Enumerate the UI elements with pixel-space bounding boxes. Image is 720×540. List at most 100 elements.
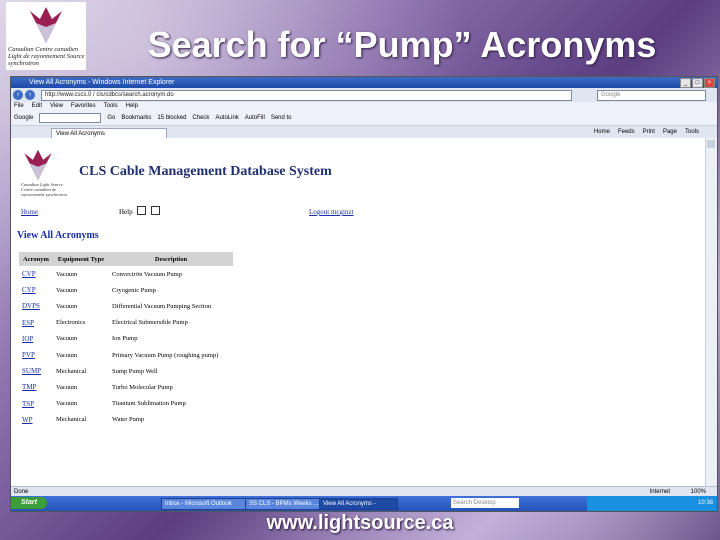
table-row: ESP Electronics Electrical Submersible Pum…	[19, 315, 233, 331]
close-button[interactable]: ×	[704, 78, 715, 88]
feeds-command[interactable]: Feeds	[618, 128, 635, 137]
logout-link[interactable]: Logout mcginzt	[309, 208, 354, 216]
home-link[interactable]: Home	[21, 208, 38, 216]
send-to-button[interactable]: Send to	[271, 111, 292, 125]
clock: 10:38	[697, 500, 713, 506]
acronym-cell: TMP	[19, 379, 53, 395]
desktop-search-input[interactable]: Search Desktop	[451, 498, 519, 508]
acronym-cell: CVP	[19, 266, 53, 282]
equipment-type-cell: Vacuum	[56, 286, 78, 294]
google-go-button[interactable]: Go	[107, 111, 115, 125]
acronym-cell: SUMP	[19, 363, 53, 379]
acronym-link[interactable]: TSP	[22, 400, 34, 408]
acronym-cell: CYP	[19, 282, 53, 298]
taskbar-item-bpms[interactable]: SS CLS - BPMs Weeks ...	[245, 498, 320, 510]
description-cell: Differential Vacuum Pumping Section	[112, 302, 212, 310]
cls-logo: Canadian Centre canadien Light de rayonn…	[6, 2, 86, 70]
table-row: TMP Vacuum Turbo Molecular Pump	[19, 379, 233, 395]
equipment-type-cell: Vacuum	[53, 266, 109, 282]
address-bar[interactable]: http://www.cscs.0 / cls/cdbcs/search.acr…	[41, 90, 572, 101]
home-command[interactable]: Home	[594, 128, 610, 137]
taskbar-item-outlook[interactable]: Inbox - Microsoft Outlook	[161, 498, 246, 510]
column-header-description: Description	[109, 252, 233, 266]
description-cell: Convectrön Vacuum Pump	[112, 270, 182, 278]
equipment-type-cell: Vacuum	[56, 270, 78, 278]
acronym-cell: PVP	[19, 347, 53, 363]
table-row: SUMP Mechanical Sump Pump Well	[19, 363, 233, 379]
tools-command[interactable]: Tools	[685, 128, 699, 137]
menu-view[interactable]: View	[50, 102, 63, 111]
equipment-type-cell: Mechanical	[56, 367, 87, 375]
menu-favorites[interactable]: Favorites	[71, 102, 96, 111]
description-cell: Water Pump	[109, 412, 233, 428]
acronym-cell: IOP	[19, 331, 53, 347]
menu-tools[interactable]: Tools	[104, 102, 118, 111]
acronym-link[interactable]: SUMP	[22, 367, 41, 375]
description-cell: Titanium Sublimation Pump	[109, 396, 233, 412]
help-pdf-icon[interactable]	[137, 206, 146, 215]
app-title: CLS Cable Management Database System	[79, 164, 332, 179]
vertical-scrollbar[interactable]	[705, 138, 717, 486]
taskbar: Start Inbox - Microsoft Outlook SS CLS -…	[11, 496, 717, 511]
description-cell: Ion Pump	[109, 331, 233, 347]
equipment-type-cell: Vacuum	[56, 400, 78, 408]
taskbar-item-acronyms[interactable]: View All Acronyms -	[319, 498, 398, 510]
equipment-type-cell: Mechanical	[53, 412, 109, 428]
equipment-type-cell: Vacuum	[56, 335, 78, 343]
google-search-input[interactable]	[39, 113, 102, 123]
equipment-type-cell: Vacuum	[53, 282, 109, 298]
page-command[interactable]: Page	[663, 128, 677, 137]
column-header-equipment-type: Equipment Type	[53, 252, 109, 266]
equipment-type-cell: Vacuum	[53, 379, 109, 395]
description-cell: Primary Vacuum Pump (roughing pump)	[109, 347, 233, 363]
acronym-link[interactable]: TMP	[22, 383, 36, 391]
description-cell: Differential Vacuum Pumping Section	[109, 298, 233, 314]
autolink-button[interactable]: AutoLink	[215, 111, 238, 125]
acronym-cell: DVPS	[19, 298, 53, 314]
print-command[interactable]: Print	[643, 128, 655, 137]
popup-blocked-button[interactable]: 15 blocked	[157, 111, 186, 125]
acronym-link[interactable]: ESP	[22, 319, 34, 327]
description-cell: Water Pump	[112, 416, 145, 424]
bookmarks-button[interactable]: Bookmarks	[121, 111, 151, 125]
equipment-type-cell: Mechanical	[56, 416, 87, 424]
acronym-link[interactable]: WP	[22, 416, 33, 424]
acronym-link[interactable]: PVP	[22, 351, 35, 359]
description-cell: Primary Vacuum Pump (roughing pump)	[112, 351, 219, 359]
command-bar: Home Feeds Print Page Tools	[594, 128, 699, 137]
equipment-type-cell: Vacuum	[53, 298, 109, 314]
description-cell: Electrical Submersible Pump	[112, 319, 188, 327]
menu-bar: File Edit View Favorites Tools Help	[11, 102, 717, 111]
google-toolbar-label: Google	[14, 115, 34, 121]
forward-icon[interactable]: ›	[25, 90, 35, 100]
acronym-link[interactable]: IOP	[22, 335, 33, 343]
address-row: ‹ › http://www.cscs.0 / cls/cdbcs/search…	[11, 88, 717, 102]
acronym-link[interactable]: CYP	[22, 286, 36, 294]
equipment-type-cell: Electronics	[53, 315, 109, 331]
description-cell: Cryogenic Pump	[112, 286, 156, 294]
description-cell: Ion Pump	[112, 335, 138, 343]
minimize-button[interactable]: _	[680, 78, 691, 88]
back-icon[interactable]: ‹	[13, 90, 23, 100]
acronym-table-body: CVP Vacuum Convectrön Vacuum Pump CYP Vacuum…	[19, 266, 233, 428]
maximize-button[interactable]: □	[692, 78, 703, 88]
menu-file[interactable]: File	[14, 102, 24, 111]
acronym-link[interactable]: DVPS	[22, 302, 40, 310]
check-button[interactable]: Check	[192, 111, 209, 125]
system-tray: 10:38	[587, 496, 717, 511]
acronym-link[interactable]: CVP	[22, 270, 36, 278]
help-doc-icon[interactable]	[151, 206, 160, 215]
menu-edit[interactable]: Edit	[32, 102, 42, 111]
autofill-button[interactable]: AutoFill	[245, 111, 265, 125]
description-cell: Titanium Sublimation Pump	[112, 400, 186, 408]
menu-help[interactable]: Help	[126, 102, 138, 111]
search-input[interactable]: Google	[597, 90, 706, 101]
description-cell: Sump Pump Well	[109, 363, 233, 379]
page-content: Canadian Light Source Centre canadien de…	[11, 138, 705, 486]
equipment-type-cell: Vacuum	[56, 302, 78, 310]
start-button[interactable]: Start	[11, 497, 47, 509]
equipment-type-cell: Vacuum	[53, 396, 109, 412]
help-label: Help	[119, 208, 133, 216]
equipment-type-cell: Vacuum	[53, 347, 109, 363]
slide-title: Search for “Pump” Acronyms	[147, 24, 657, 65]
